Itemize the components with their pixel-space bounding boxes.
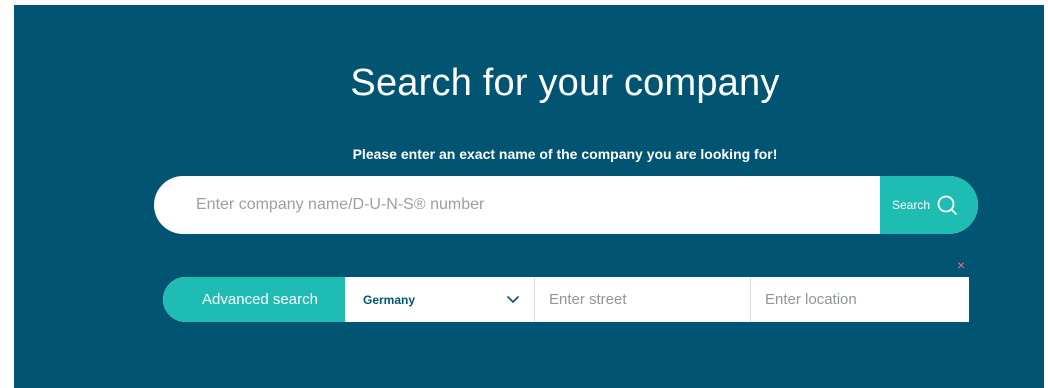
search-button-label: Search	[891, 198, 931, 212]
search-button[interactable]: Search	[880, 176, 978, 234]
search-bar: Search	[154, 176, 978, 234]
advanced-search-button[interactable]: Advanced search	[163, 277, 345, 322]
street-input[interactable]	[535, 277, 751, 322]
page-title: Search for your company	[350, 62, 780, 104]
country-select[interactable]: Germany	[345, 277, 535, 322]
page-subtitle: Please enter an exact name of the compan…	[352, 146, 778, 162]
chevron-down-icon	[506, 291, 520, 309]
advanced-search-row: Advanced search Germany	[163, 277, 969, 322]
company-search-input[interactable]	[154, 176, 880, 234]
location-input[interactable]	[751, 277, 969, 322]
country-select-value: Germany	[363, 292, 416, 307]
close-icon[interactable]: ×	[957, 258, 965, 272]
search-icon	[936, 194, 958, 216]
